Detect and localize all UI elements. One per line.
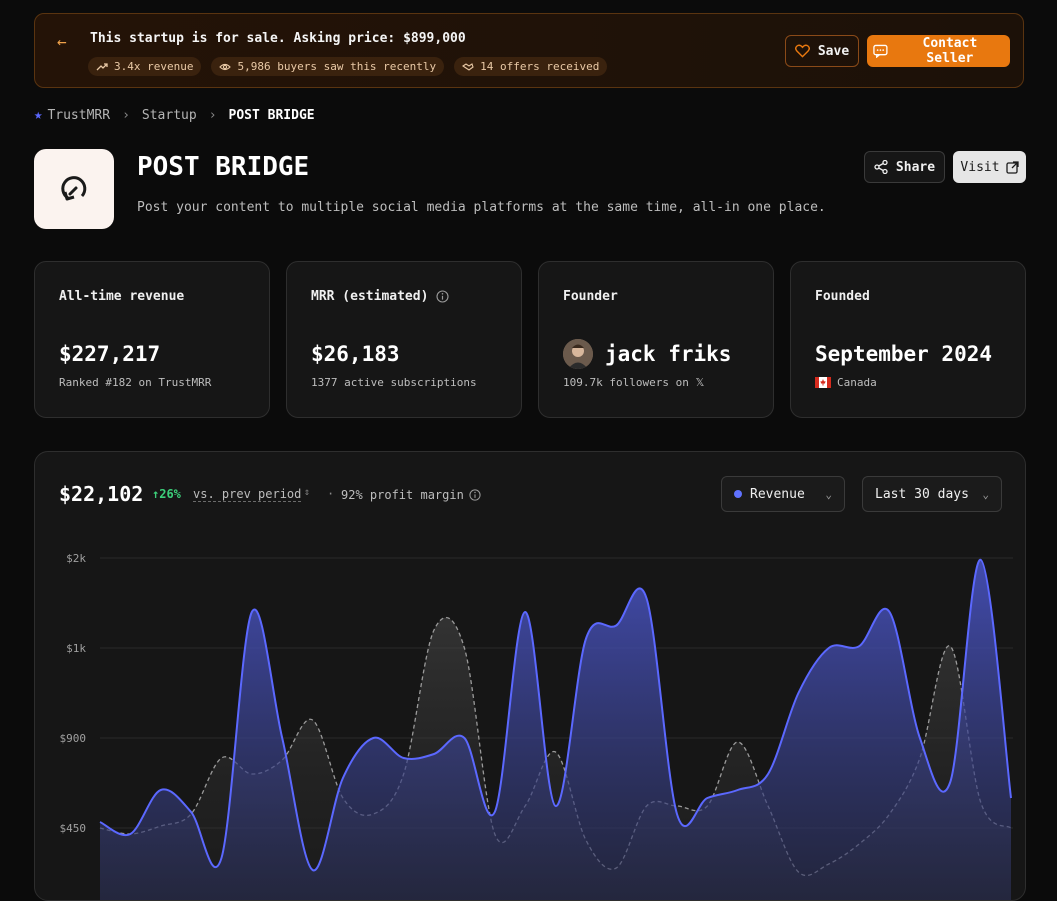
canada-flag-icon: [815, 377, 831, 388]
founder-card: Founder jack friks 109.7k followers on 𝕏: [538, 261, 774, 418]
card-value: September 2024: [815, 342, 993, 366]
share-icon: [874, 160, 888, 174]
eye-icon: [219, 63, 232, 70]
message-icon: [873, 44, 888, 58]
mrr-card: MRR (estimated) $26,183 1377 active subs…: [286, 261, 522, 418]
visit-button[interactable]: Visit: [953, 151, 1026, 183]
card-label: Founded: [815, 289, 870, 304]
buyers-viewed: 5,986 buyers saw this recently: [237, 60, 437, 73]
revenue-multiple: 3.4x revenue: [114, 60, 194, 73]
card-label: MRR (estimated): [311, 289, 429, 304]
chevron-right-icon: ›: [208, 107, 217, 123]
handshake-icon: [462, 62, 474, 71]
y-tick-label: $450: [60, 822, 87, 835]
breadcrumb-root[interactable]: TrustMRR: [47, 108, 110, 123]
y-tick-label: $2k: [66, 552, 86, 565]
asking-price: $899,000: [403, 31, 466, 46]
card-label: All-time revenue: [59, 289, 185, 304]
sale-prefix: This startup is for sale. Asking price:: [90, 31, 404, 46]
founder-name: jack friks: [605, 342, 732, 366]
for-sale-banner: ← This startup is for sale. Asking price…: [34, 13, 1024, 88]
breadcrumb: ★ TrustMRR › Startup › POST BRIDGE: [34, 107, 315, 123]
back-arrow-icon[interactable]: ←: [57, 32, 67, 51]
save-label: Save: [817, 43, 850, 59]
chevron-right-icon: ›: [122, 107, 130, 123]
external-link-icon: [1005, 160, 1019, 174]
revenue-chart: $2k $1k $900 $450: [60, 552, 1013, 900]
visit-label: Visit: [960, 159, 1000, 175]
contact-seller-button[interactable]: Contact Seller: [867, 35, 1010, 67]
breadcrumb-current: POST BRIDGE: [228, 107, 315, 123]
refresh-arrow-icon: [61, 176, 87, 201]
contact-seller-label: Contact Seller: [922, 36, 978, 66]
save-button[interactable]: Save: [785, 35, 859, 67]
card-sub-wrap: Canada: [815, 376, 877, 389]
info-icon[interactable]: [436, 290, 449, 303]
sale-text: This startup is for sale. Asking price: …: [90, 31, 466, 46]
heart-icon: [794, 44, 810, 58]
card-label-wrap: MRR (estimated): [311, 289, 449, 304]
breadcrumb-section[interactable]: Startup: [142, 108, 197, 123]
sale-chips: 3.4x revenue 5,986 buyers saw this recen…: [88, 57, 608, 76]
share-label: Share: [895, 159, 936, 175]
star-icon: ★: [34, 107, 43, 123]
buyers-viewed-chip: 5,986 buyers saw this recently: [211, 57, 445, 76]
card-value: $227,217: [59, 342, 161, 366]
card-sub: Ranked #182 on TrustMRR: [59, 376, 212, 389]
all-time-revenue-card: All-time revenue $227,217 Ranked #182 on…: [34, 261, 270, 418]
card-value: $26,183: [311, 342, 400, 366]
card-sub: 1377 active subscriptions: [311, 376, 477, 389]
share-button[interactable]: Share: [864, 151, 945, 183]
startup-name: POST BRIDGE: [137, 152, 310, 182]
card-label: Founder: [563, 289, 618, 304]
offers-chip: 14 offers received: [454, 57, 608, 76]
revenue-chart-panel: $22,102 ↑26% vs. prev period ⇕ · 92% pro…: [34, 451, 1026, 901]
revenue-multiple-chip: 3.4x revenue: [88, 57, 202, 76]
country: Canada: [837, 376, 877, 389]
card-sub: 109.7k followers on 𝕏: [563, 376, 705, 389]
startup-logo: [34, 149, 114, 229]
offers-received: 14 offers received: [480, 60, 600, 73]
trend-up-icon: [96, 62, 108, 70]
y-tick-label: $900: [60, 732, 87, 745]
startup-tagline: Post your content to multiple social med…: [137, 200, 826, 215]
founded-card: Founded September 2024 Canada: [790, 261, 1026, 418]
y-tick-label: $1k: [66, 642, 86, 655]
avatar-portrait: [563, 339, 593, 369]
avatar: [563, 339, 593, 369]
founder-value[interactable]: jack friks: [563, 339, 731, 369]
